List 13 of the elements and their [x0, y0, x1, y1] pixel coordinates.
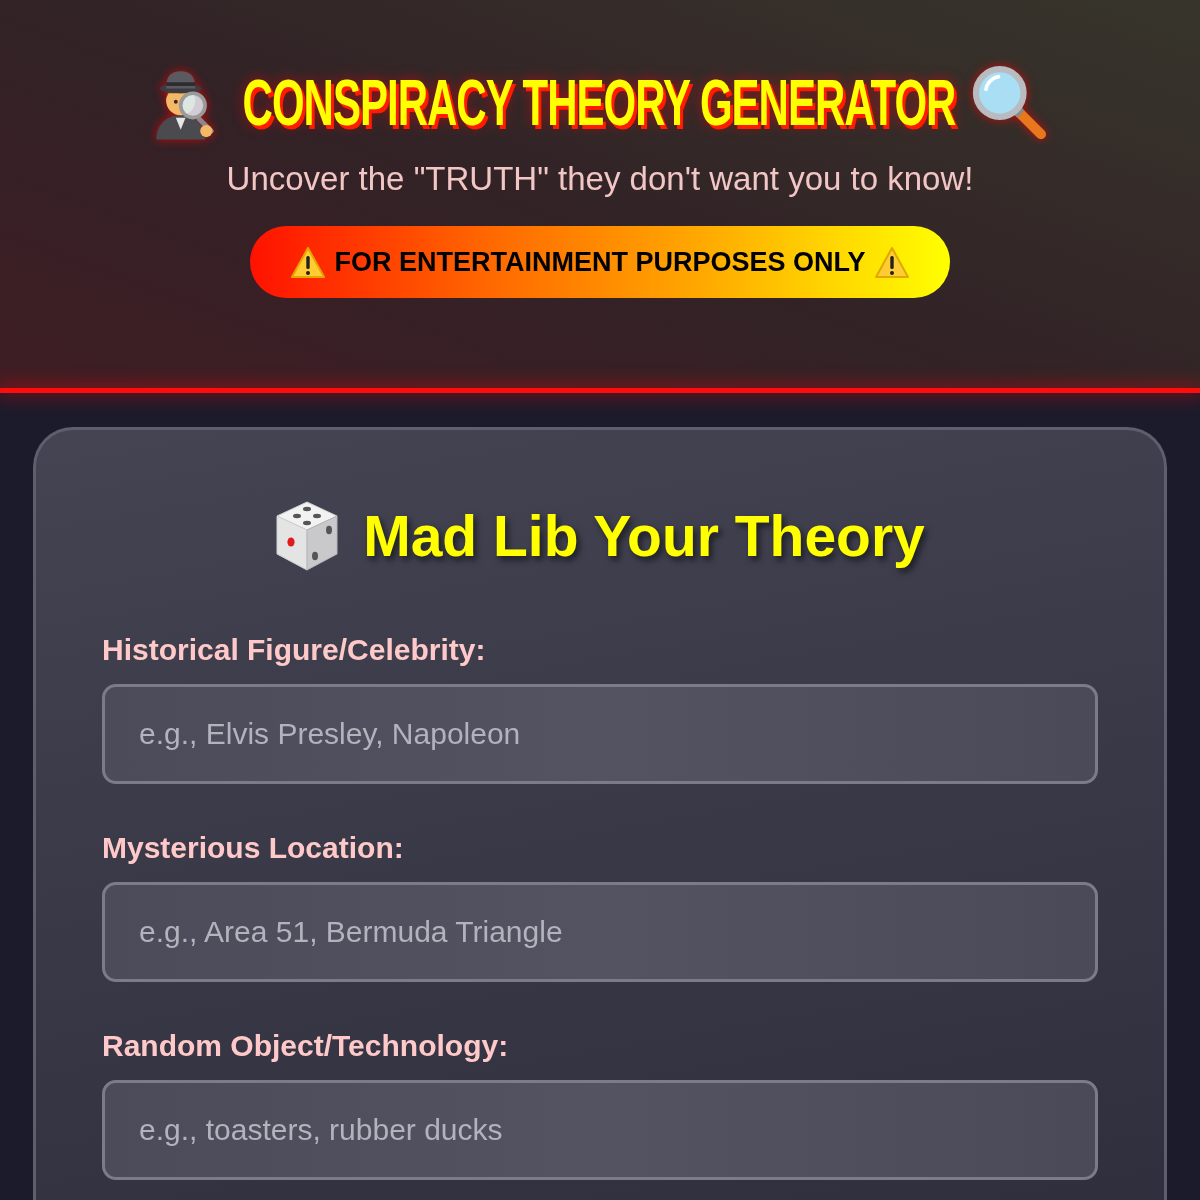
input-field[interactable]: e.g., Area 51, Bermuda Triangle — [102, 882, 1098, 982]
field-label: Mysterious Location: — [102, 830, 405, 866]
disclaimer-text: FOR ENTERTAINMENT PURPOSES ONLY — [334, 246, 866, 278]
warning-icon — [290, 245, 327, 279]
field-label: Random Object/Technology: — [102, 1028, 510, 1064]
input-field[interactable]: e.g., toasters, rubber ducks — [102, 1080, 1098, 1180]
card-title: Mad Lib Your Theory — [363, 503, 925, 569]
dice-icon — [275, 500, 340, 572]
input-field[interactable]: e.g., Elvis Presley, Napoleon — [102, 684, 1098, 784]
app-title: CONSPIRACY THEORY GENERATOR — [242, 65, 956, 141]
field-label: Historical Figure/Celebrity: — [102, 632, 487, 668]
warning-icon — [873, 245, 910, 279]
subtitle: Uncover the "TRUTH" they don't want you to know! — [226, 159, 974, 199]
